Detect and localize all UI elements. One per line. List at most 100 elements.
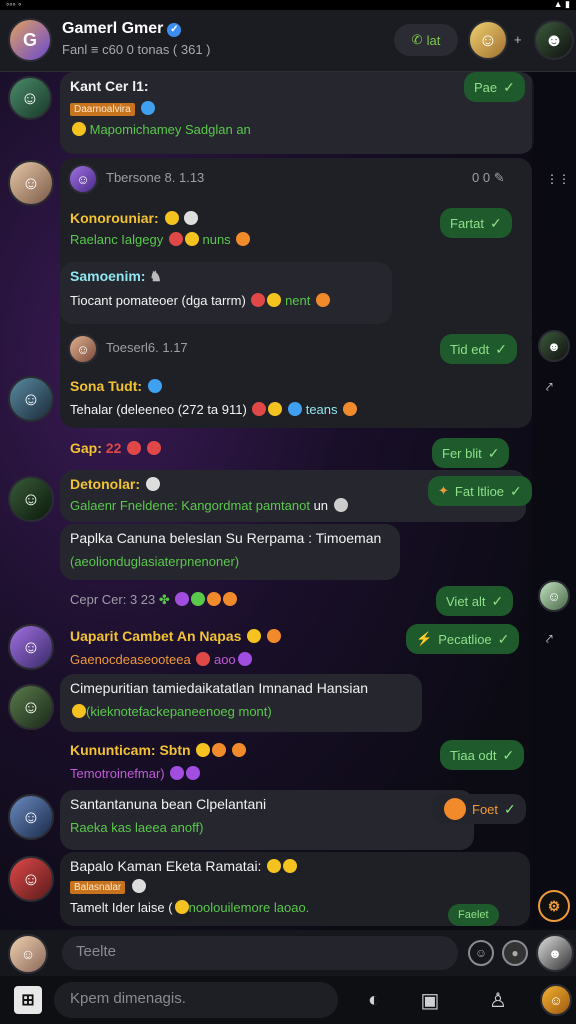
message-bubble[interactable]: Paplka Canuna beleslan Su Rerpama : Timo… (60, 524, 400, 580)
message-bubble[interactable]: Santantanuna bean Clpelantani Raeka kas … (60, 790, 474, 850)
chat-subtitle: Fanl ≡ c60 0 tonas ( 361 ) (62, 42, 211, 57)
avatar[interactable]: ☺ (8, 76, 52, 120)
figure-icon: ♞ (149, 268, 162, 284)
reaction-badge[interactable]: Tid edt ✓ (440, 334, 517, 364)
check-icon: ✓ (503, 78, 515, 95)
link-icon[interactable]: ⤤ (546, 632, 553, 647)
reaction-badge[interactable]: Fartat ✓ (440, 208, 512, 238)
message-text: (kieknotefackepaneenoeg mont) (70, 704, 412, 719)
avatar[interactable]: ☺ (8, 476, 54, 522)
emoji-picker-icon[interactable]: ☺ (468, 940, 494, 966)
app-logo-icon[interactable]: ⊞ (14, 986, 42, 1014)
role-tag: Daarnoalvira (70, 103, 135, 116)
message-text: Tiocant pomateoer (dga tarrm) nent (70, 293, 382, 308)
edit-icon[interactable]: ✎ (494, 170, 505, 185)
date-label: Tbersone 8. 1.13 (106, 170, 205, 185)
check-icon: ✓ (504, 800, 516, 817)
message-text: (aeolionduglasiaterpnenoner) (70, 554, 240, 569)
member-avatar[interactable]: ☺ (468, 20, 508, 60)
sender-name: Samoenim: ♞ (70, 268, 162, 284)
sender-name: Gap: 22 (70, 440, 162, 456)
chat-header: G Gamerl Gmer ✓ Fanl ≡ c60 0 tonas ( 361 … (0, 10, 576, 72)
sender-name: Uaparit Cambet An Napas (70, 628, 282, 644)
chat-title[interactable]: Gamerl Gmer ✓ (62, 20, 182, 38)
add-member-icon[interactable]: + (514, 32, 522, 47)
message-bubble[interactable]: Gap: 22 (70, 440, 162, 456)
reaction-badge[interactable]: ✦ Fat ltlioe ✓ (428, 476, 532, 506)
bottom-bar: ⊞ Kpem dimenagis. ◐ ▣ ♙ ☺ (0, 976, 576, 1024)
status-time: ◦◦◦ ◦ (6, 0, 22, 9)
message-text: Raelanc Ialgegy nuns (70, 232, 251, 247)
avatar[interactable]: ☺ (68, 164, 98, 194)
archive-icon[interactable]: ▣ (416, 986, 444, 1014)
palette-icon[interactable]: ◐ (360, 986, 388, 1014)
sender-name: Konorouniar: (70, 210, 250, 226)
link-icon[interactable]: ⤤ (546, 380, 553, 395)
sender-name: Bapalo Kaman Eketa Ramatai: (70, 858, 520, 874)
message-text: Gaenocdeaseooteea aoo (70, 652, 281, 667)
status-icons: ▲ ▮ (553, 0, 570, 9)
message-bubble[interactable]: Konorouniar: Raelanc Ialgegy nuns (70, 210, 251, 247)
sender-name: Cimepuritian tamiedaikatatlan Imnanad Ha… (70, 680, 369, 696)
avatar[interactable]: ☺ (68, 334, 98, 364)
date-label: Toeserl6. 1.17 (106, 340, 188, 355)
message-text: Raeka kas laeea anoff) (70, 820, 204, 835)
sender-name: Santantanuna bean Clpelantani (70, 796, 267, 812)
flame-icon: ⚡ (416, 631, 433, 646)
message-text: Mapomichamey Sadglan an (70, 122, 524, 137)
status-bar: ◦◦◦ ◦ ▲ ▮ (0, 0, 576, 10)
side-avatar[interactable]: ☻ (538, 330, 570, 362)
side-panel: ⋮⋮ ☻ ⤤ ☺ ⤤ ⚙ (532, 72, 576, 930)
check-icon: ✓ (487, 444, 500, 461)
date-label: Cepr Cer: 3 23 ✤ (70, 592, 238, 608)
fire-icon (444, 798, 466, 820)
reaction-badge[interactable]: Viet alt ✓ (436, 586, 514, 616)
message-list[interactable]: ☺ Kant Cer l1: Daarnoalvira Mapomichamey… (0, 72, 576, 930)
reaction-badge[interactable]: Faelet (448, 904, 499, 926)
sticker-icon[interactable]: ● (502, 940, 528, 966)
reaction-badge[interactable]: ⚡ Pecatlioe ✓ (406, 624, 520, 654)
phone-icon: ✆ (411, 32, 423, 47)
avatar[interactable]: ☺ (8, 856, 54, 902)
reaction-badge[interactable]: Fer blit ✓ (432, 438, 510, 468)
avatar[interactable]: ☺ (8, 794, 54, 840)
reaction-badge[interactable]: Foet ✓ (432, 794, 526, 824)
more-icon[interactable]: ⋮⋮ (546, 172, 570, 186)
call-button[interactable]: ✆ lat (394, 24, 458, 56)
counter-badge: 0 0 ✎ (472, 170, 505, 185)
check-icon: ✓ (510, 482, 522, 499)
message-input[interactable]: Teelte (62, 936, 458, 970)
message-bubble[interactable]: Cimepuritian tamiedaikatatlan Imnanad Ha… (60, 674, 422, 732)
search-input[interactable]: Kpem dimenagis. (54, 982, 338, 1018)
message-text: Temotroinefmar) (70, 766, 246, 781)
message-bubble[interactable]: Kant Cer l1: Daarnoalvira Mapomichamey S… (60, 72, 534, 154)
notification-icon[interactable]: ♙ (484, 986, 512, 1014)
composer: ☺ Teelte ☺ ● ☻ (0, 930, 576, 976)
verified-icon: ✓ (167, 23, 182, 37)
emoji-icon (72, 122, 86, 136)
avatar[interactable]: ☺ (8, 160, 54, 206)
sender-name: Sona Tudt: (70, 378, 357, 394)
message-bubble[interactable]: Samoenim: ♞ Tiocant pomateoer (dga tarrm… (60, 262, 392, 324)
account-avatar[interactable]: ☺ (540, 984, 572, 1016)
reaction-badge[interactable]: Tiaa odt ✓ (440, 740, 525, 770)
check-icon: ✓ (489, 214, 502, 231)
sender-name: Paplka Canuna beleslan Su Rerpama : Timo… (70, 530, 382, 546)
avatar[interactable]: ☺ (8, 376, 54, 422)
user-avatar[interactable]: ☺ (8, 934, 48, 974)
profile-avatar[interactable]: ☻ (536, 934, 574, 972)
message-bubble[interactable]: Uaparit Cambet An Napas Gaenocdeaseootee… (70, 628, 282, 667)
profile-avatar[interactable]: ☻ (534, 20, 574, 60)
group-avatar[interactable]: G (8, 18, 52, 62)
reaction-badge[interactable]: Pae ✓ (464, 72, 525, 102)
check-icon: ✓ (497, 630, 510, 647)
message-bubble[interactable]: Sona Tudt: Tehalar (deleeneo (272 ta 911… (70, 378, 358, 417)
avatar[interactable]: ☺ (8, 624, 54, 670)
avatar[interactable]: ☺ (8, 684, 54, 730)
sender-name: Kununticam: Sbtn (70, 742, 247, 758)
sender-name: Kant Cer l1: (70, 78, 149, 94)
side-avatar[interactable]: ☺ (538, 580, 570, 612)
settings-icon[interactable]: ⚙ (538, 890, 570, 922)
message-bubble[interactable]: Kununticam: Sbtn Temotroinefmar) (70, 742, 247, 781)
check-icon: ✓ (502, 746, 515, 763)
